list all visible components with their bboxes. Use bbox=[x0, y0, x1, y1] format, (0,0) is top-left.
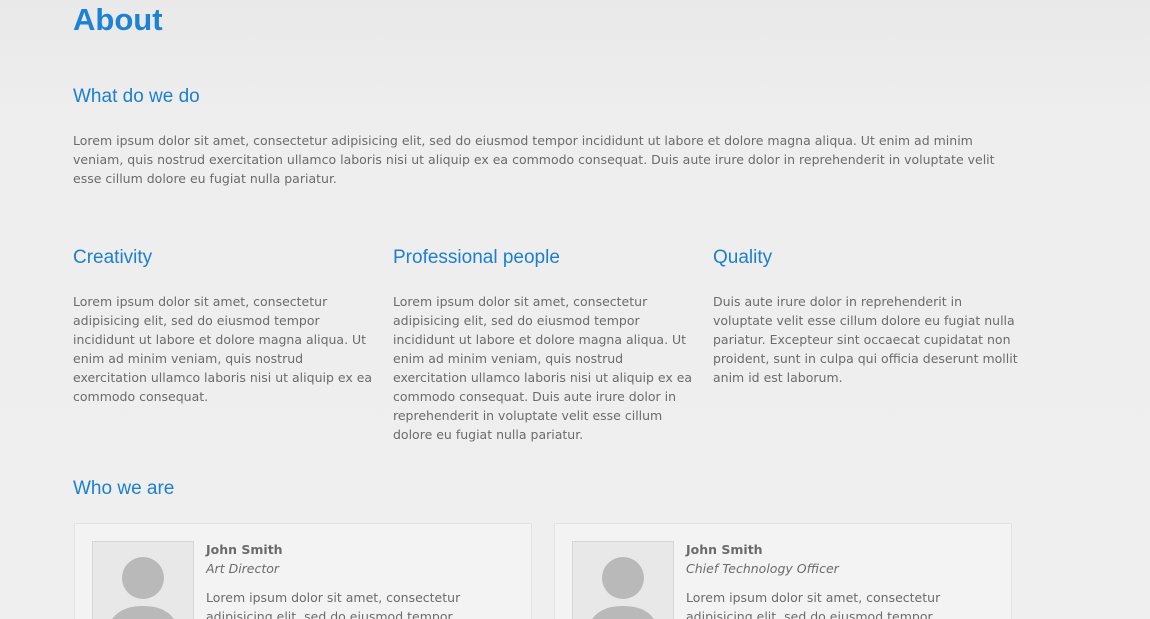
who-we-are-heading: Who we are bbox=[73, 478, 175, 499]
member-role: Art Director bbox=[206, 561, 280, 576]
member-bio: Lorem ipsum dolor sit amet, consectetur … bbox=[686, 590, 941, 619]
what-we-do-text: Lorem ipsum dolor sit amet, consectetur … bbox=[73, 133, 995, 186]
feature-heading: Quality bbox=[713, 247, 773, 268]
team-member-card: John Smith Chief Technology Officer Lore… bbox=[554, 523, 1012, 619]
about-page: About What do we do Lorem ipsum dolor si… bbox=[0, 0, 1150, 619]
team-member-card: John Smith Art Director Lorem ipsum dolo… bbox=[74, 523, 532, 619]
member-name: John Smith bbox=[206, 542, 283, 557]
feature-heading: Professional people bbox=[393, 247, 560, 268]
feature-text: Lorem ipsum dolor sit amet, consectetur … bbox=[73, 294, 373, 404]
page-title: About bbox=[73, 2, 163, 37]
member-name: John Smith bbox=[686, 542, 763, 557]
feature-heading: Creativity bbox=[73, 247, 153, 268]
member-bio: Lorem ipsum dolor sit amet, consectetur … bbox=[206, 590, 461, 619]
what-we-do-heading: What do we do bbox=[73, 86, 200, 107]
feature-text: Lorem ipsum dolor sit amet, consectetur … bbox=[393, 294, 693, 442]
member-role: Chief Technology Officer bbox=[686, 561, 839, 576]
user-silhouette-icon bbox=[92, 541, 194, 619]
feature-text: Duis aute irure dolor in reprehenderit i… bbox=[713, 294, 1018, 385]
user-silhouette-icon bbox=[572, 541, 674, 619]
